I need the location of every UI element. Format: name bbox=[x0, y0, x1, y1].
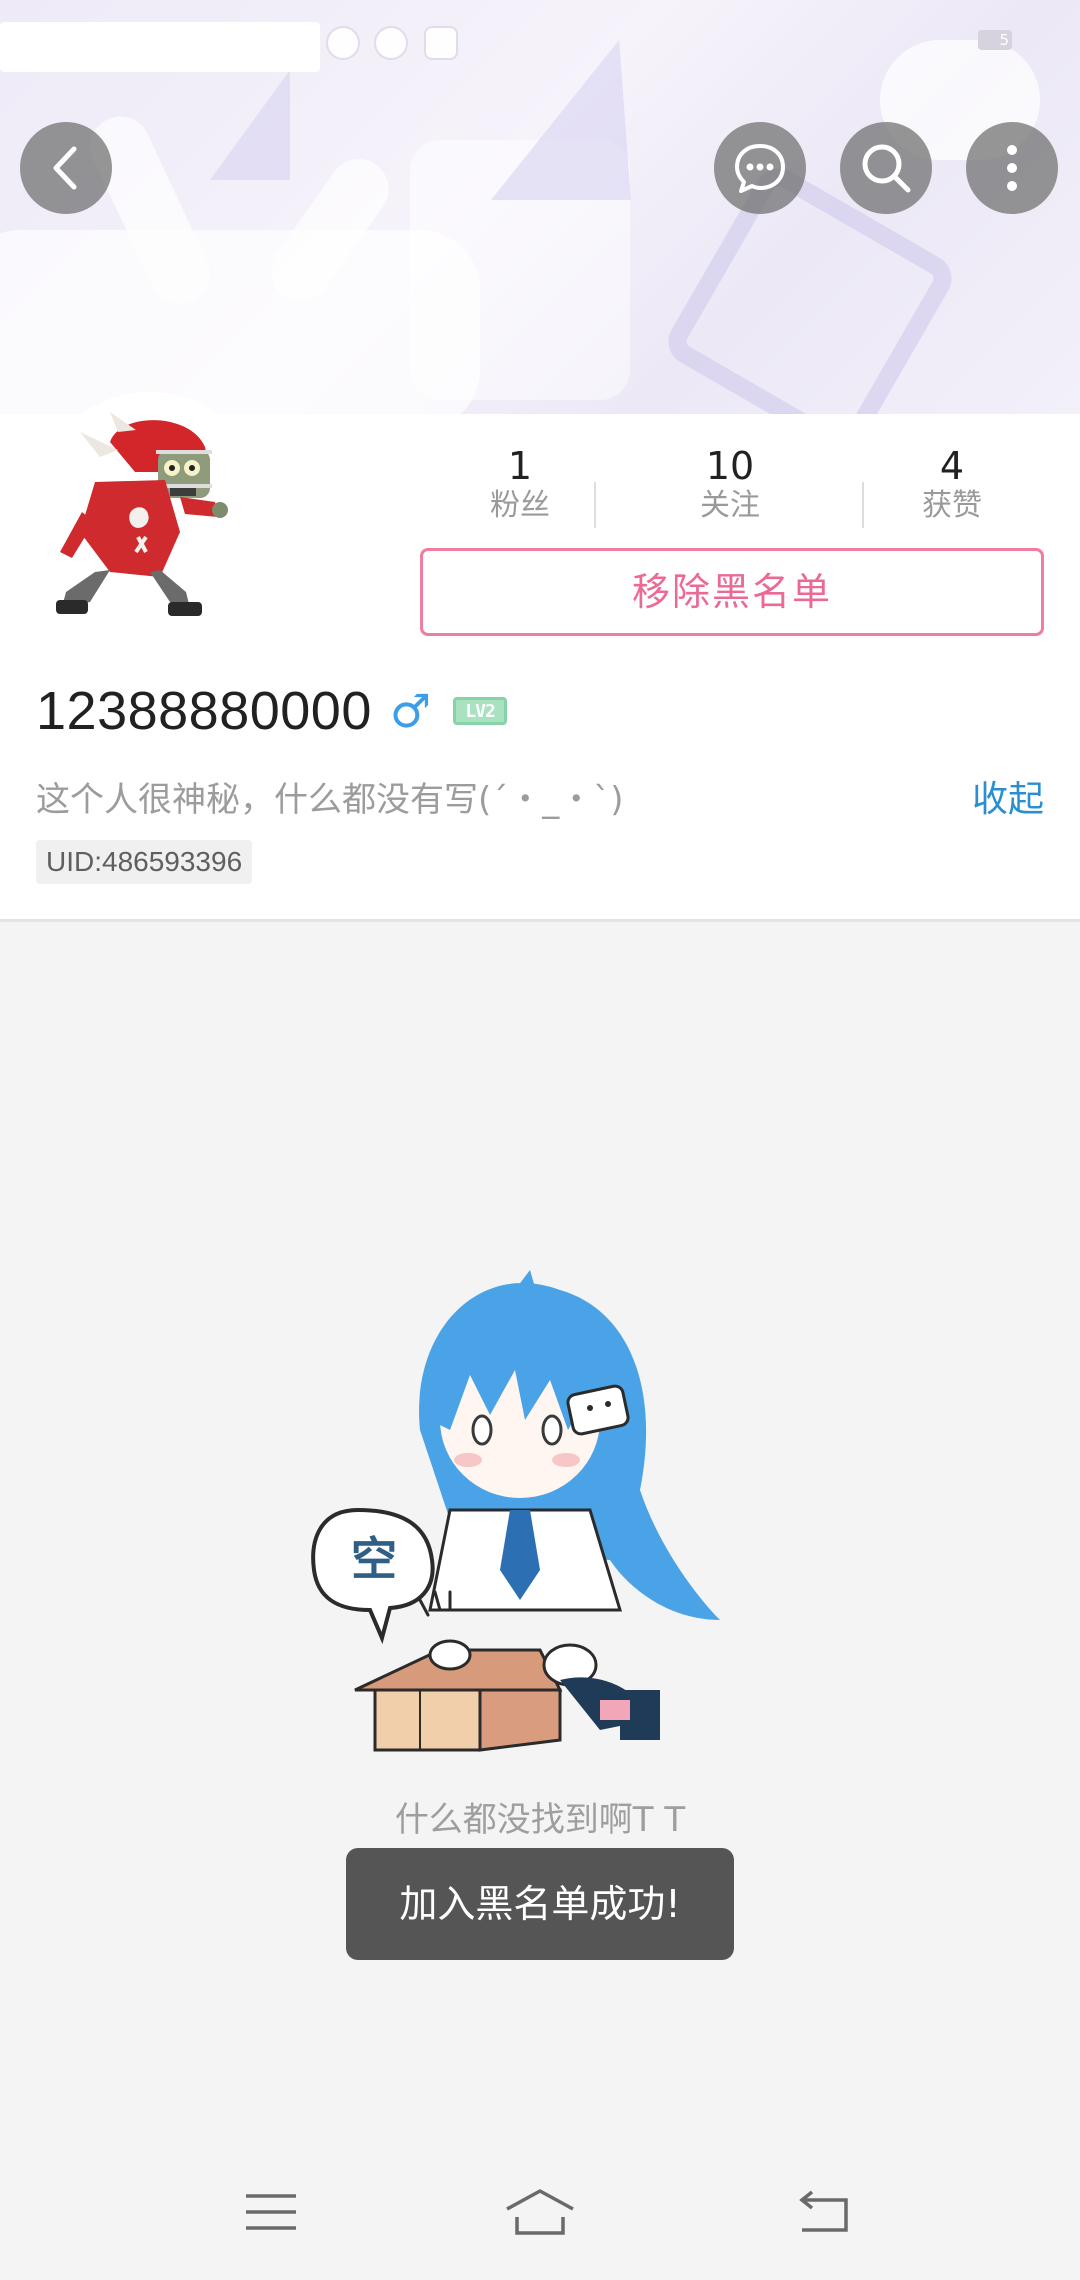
back-icon bbox=[799, 2190, 848, 2232]
status-icon bbox=[424, 26, 458, 60]
toast-message: 加入黑名单成功! bbox=[346, 1848, 734, 1960]
bubble-text: 空 bbox=[351, 1532, 397, 1586]
chevron-left-icon bbox=[53, 146, 77, 190]
back-nav-button[interactable] bbox=[784, 2182, 864, 2242]
home-button[interactable] bbox=[500, 2182, 580, 2242]
menu-icon bbox=[246, 2194, 296, 2230]
username: 12388880000 bbox=[36, 681, 372, 741]
more-vertical-icon bbox=[1007, 145, 1017, 191]
status-bar: 5 bbox=[0, 0, 1080, 80]
collapse-link[interactable]: 收起 bbox=[972, 770, 1044, 822]
username-row: 12388880000 ♂ LV2 bbox=[36, 676, 508, 746]
stat-following[interactable]: 10 关注 bbox=[630, 442, 830, 524]
empty-state-message: 什么都没找到啊T T bbox=[394, 1800, 686, 1840]
stat-divider bbox=[594, 482, 596, 528]
status-bar-left bbox=[0, 22, 320, 72]
status-icon bbox=[326, 26, 360, 60]
stat-value: 1 bbox=[507, 444, 533, 488]
profile-banner: 5 bbox=[0, 0, 1080, 414]
stat-label: 关注 bbox=[700, 488, 760, 523]
zombie-avatar-image bbox=[56, 412, 228, 616]
stat-label: 获赞 bbox=[922, 488, 982, 523]
more-button[interactable] bbox=[966, 122, 1058, 214]
status-icon bbox=[374, 26, 408, 60]
stat-likes[interactable]: 4 获赞 bbox=[852, 442, 1052, 524]
stat-label: 粉丝 bbox=[490, 488, 550, 523]
empty-state-illustration: 空 bbox=[311, 1270, 720, 1752]
profile-section: 1 粉丝 10 关注 4 获赞 移除黑名单 12388880000 ♂ LV2 … bbox=[0, 392, 1080, 922]
chat-bubble-icon bbox=[735, 144, 785, 193]
gender-male-icon: ♂ bbox=[389, 684, 432, 738]
battery-level: 5 bbox=[999, 31, 1009, 49]
battery-icon: 5 bbox=[978, 30, 1012, 50]
search-icon bbox=[862, 144, 911, 193]
level-text: LV2 bbox=[465, 700, 495, 722]
back-button[interactable] bbox=[20, 122, 112, 214]
stat-followers[interactable]: 1 粉丝 bbox=[420, 442, 620, 524]
avatar[interactable] bbox=[30, 392, 270, 632]
bio-text: 这个人很神秘，什么都没有写(´・_・`) bbox=[36, 780, 624, 820]
search-button[interactable] bbox=[840, 122, 932, 214]
stat-value: 10 bbox=[705, 444, 755, 488]
home-icon bbox=[506, 2189, 574, 2235]
uid-label[interactable]: UID:486593396 bbox=[36, 840, 253, 884]
level-badge: LV2 bbox=[453, 697, 508, 725]
remove-from-blacklist-button[interactable]: 移除黑名单 bbox=[420, 548, 1044, 636]
stats-row: 1 粉丝 10 关注 4 获赞 bbox=[420, 442, 1080, 542]
menu-button[interactable] bbox=[231, 2182, 311, 2242]
system-navigation-bar bbox=[0, 2140, 1080, 2280]
stat-value: 4 bbox=[939, 444, 965, 488]
message-button[interactable] bbox=[714, 122, 806, 214]
